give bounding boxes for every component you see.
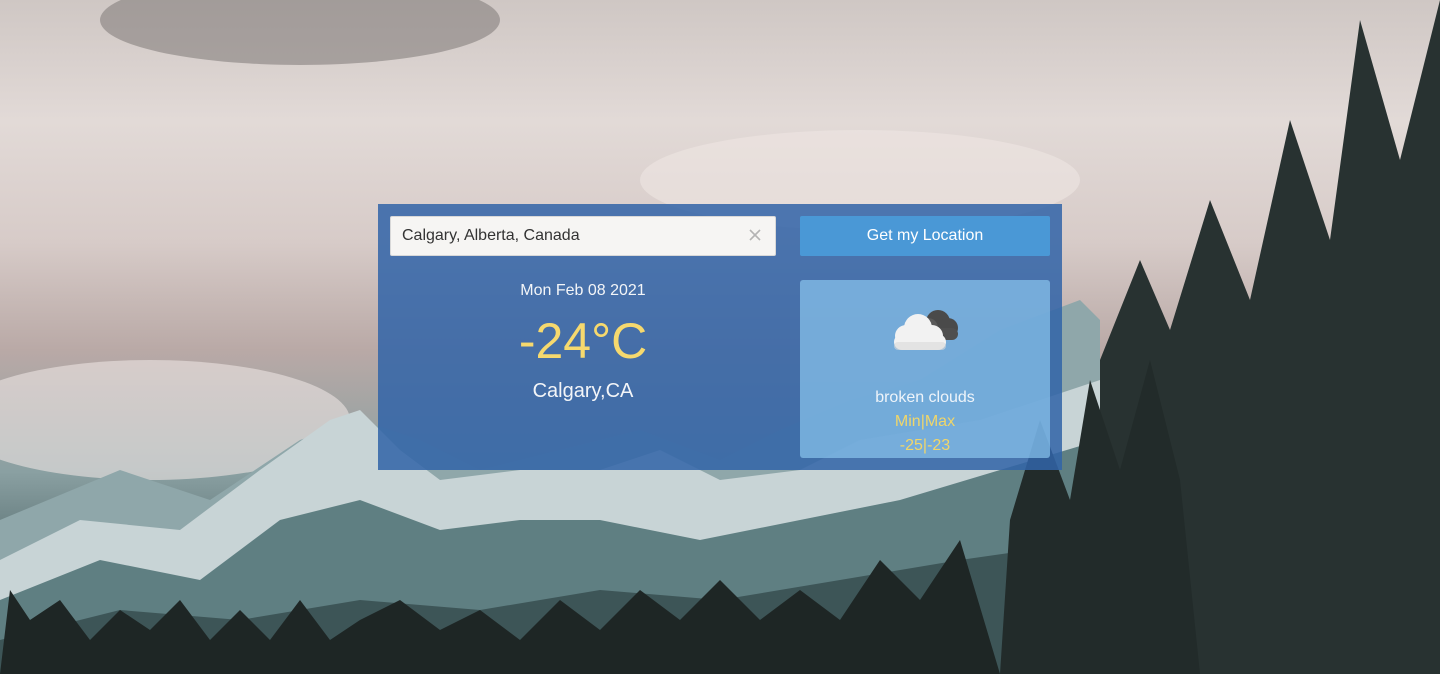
current-date: Mon Feb 08 2021 [520,282,646,299]
close-icon[interactable] [747,227,763,243]
broken-clouds-icon [888,306,962,356]
weather-panel: Get my Location Mon Feb 08 2021 -24°C Ca… [378,204,1062,470]
weather-description: broken clouds [875,389,975,406]
conditions-card: broken clouds Min|Max -25|-23 [800,280,1050,458]
min-max-label: Min|Max [894,413,956,430]
current-temperature: -24°C [518,313,648,369]
location-search-input[interactable] [402,217,732,255]
get-location-button[interactable]: Get my Location [800,216,1050,256]
city-name: Calgary,CA [532,380,634,402]
min-max-value: -25|-23 [899,437,951,454]
search-box[interactable] [390,216,776,256]
